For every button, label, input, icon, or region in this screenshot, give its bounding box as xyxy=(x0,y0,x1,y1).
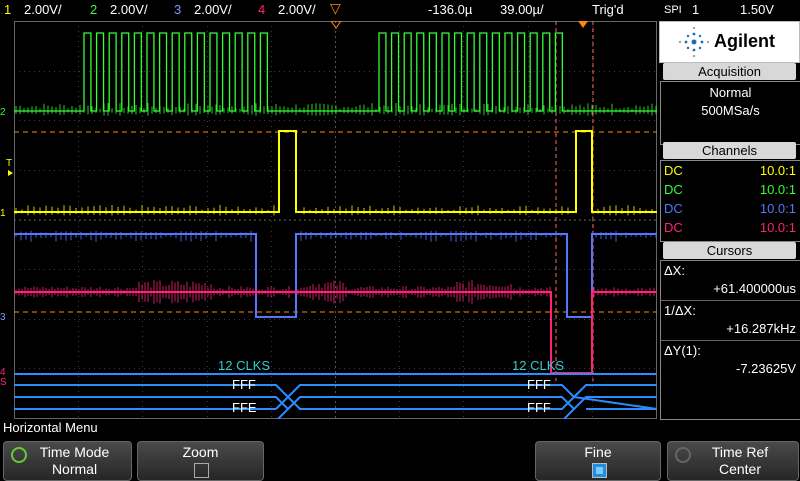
ch3-coupling: DC xyxy=(664,201,683,216)
ch3-marker[interactable]: 3 xyxy=(0,312,6,323)
delay-marker-icon: ▽ xyxy=(330,0,341,16)
channel-marker-svg: 2 T 1 3 4 S xyxy=(0,107,13,388)
acquisition-section: Normal 500MSa/s xyxy=(660,81,800,145)
time-mode-softkey[interactable]: Time Mode Normal xyxy=(3,441,132,481)
ch4-number[interactable]: 4 xyxy=(258,2,265,17)
time-scale[interactable]: 39.00µ/ xyxy=(500,2,544,17)
bus-miso-value-right: FFF xyxy=(527,400,551,415)
channel-row-4: DC 10.0:1 xyxy=(664,218,796,237)
time-ref-softkey[interactable]: Time Ref Center xyxy=(667,441,799,481)
time-delay[interactable]: -136.0µ xyxy=(428,2,472,17)
ch1-probe: 10.0:1 xyxy=(759,163,796,178)
cursor-inv-dx-label: 1/ΔX: xyxy=(664,303,696,318)
cursors-header: Cursors xyxy=(663,242,796,259)
brand-logo: Agilent xyxy=(659,21,800,63)
ch1-coupling: DC xyxy=(664,163,683,178)
info-panel: Agilent Acquisition Normal 500MSa/s Chan… xyxy=(659,21,800,420)
bus-mosi-value-right: FFF xyxy=(527,377,551,392)
agilent-spark-icon xyxy=(679,27,709,57)
ch2-marker[interactable]: 2 xyxy=(0,107,6,118)
channel-row-1: DC 10.0:1 xyxy=(664,161,796,180)
ch1-marker[interactable]: 1 xyxy=(0,208,6,219)
time-mode-value: Normal xyxy=(51,461,98,477)
bus-miso-value-left: FFE xyxy=(232,400,257,415)
trigger-status: Trig'd xyxy=(592,2,624,17)
time-ref-label: Time Ref xyxy=(711,444,769,460)
menu-title: Horizontal Menu xyxy=(0,420,800,436)
cursor-dx-value: +61.400000us xyxy=(713,281,796,296)
spi-marker[interactable]: S xyxy=(0,377,7,388)
trigger-arrow-icon xyxy=(8,170,13,176)
cursor-inv-dx-value: +16.287kHz xyxy=(726,321,796,336)
ch4-coupling: DC xyxy=(664,220,683,235)
channel-row-3: DC 10.0:1 xyxy=(664,199,796,218)
acquisition-mode: Normal xyxy=(709,85,752,100)
ch2-probe: 10.0:1 xyxy=(759,182,796,197)
ch3-number[interactable]: 3 xyxy=(174,2,181,17)
bus-mosi-value-left: FFF xyxy=(232,377,256,392)
ch3-probe: 10.0:1 xyxy=(759,201,796,216)
time-ref-value: Center xyxy=(718,461,762,477)
zoom-checkbox[interactable] xyxy=(194,463,209,478)
fine-checkbox[interactable] xyxy=(592,463,607,478)
brand-name: Agilent xyxy=(714,31,775,51)
ch1-number[interactable]: 1 xyxy=(4,2,11,17)
cursor-dx-label: ΔX: xyxy=(664,263,685,278)
waveform-display[interactable]: 12 CLKS 12 CLKS FFF FFF FFE FFF xyxy=(14,21,657,419)
cursor-dy-value: -7.23625V xyxy=(736,361,796,376)
status-bar: 1 2.00V/ 2 2.00V/ 3 2.00V/ 4 2.00V/ ▽ -1… xyxy=(0,0,800,20)
zoom-softkey[interactable]: Zoom xyxy=(137,441,264,481)
channel-row-2: DC 10.0:1 xyxy=(664,180,796,199)
acquisition-header: Acquisition xyxy=(663,63,796,80)
fine-softkey[interactable]: Fine xyxy=(535,441,661,481)
channels-section: DC 10.0:1 DC 10.0:1 DC 10.0:1 DC 10.0:1 xyxy=(660,160,800,242)
cursors-section: ΔX: +61.400000us 1/ΔX: +16.287kHz ΔY(1):… xyxy=(660,260,800,420)
trigger-level-marker[interactable]: T xyxy=(6,158,12,169)
sample-rate: 500MSa/s xyxy=(701,103,760,118)
ch4-probe: 10.0:1 xyxy=(759,220,796,235)
ch4-scale[interactable]: 2.00V/ xyxy=(278,2,316,17)
trigger-type[interactable]: SPI xyxy=(664,4,682,16)
ch2-coupling: DC xyxy=(664,182,683,197)
trigger-source[interactable]: 1 xyxy=(692,2,699,17)
ch1-scale[interactable]: 2.00V/ xyxy=(24,2,62,17)
ch3-scale[interactable]: 2.00V/ xyxy=(194,2,232,17)
waveform-svg[interactable]: 12 CLKS 12 CLKS FFF FFF FFE FFF xyxy=(14,21,657,419)
ch2-number[interactable]: 2 xyxy=(90,2,97,17)
channel-markers: 2 T 1 3 4 S xyxy=(0,21,14,419)
zoom-label: Zoom xyxy=(182,444,219,460)
time-mode-label: Time Mode xyxy=(39,444,110,460)
bus-clk-count-right: 12 CLKS xyxy=(512,358,564,373)
cursor-dy-label: ΔY(1): xyxy=(664,343,701,358)
ch2-scale[interactable]: 2.00V/ xyxy=(110,2,148,17)
bus-clk-count-left: 12 CLKS xyxy=(218,358,270,373)
fine-label: Fine xyxy=(584,444,612,460)
trigger-level[interactable]: 1.50V xyxy=(740,2,774,17)
channels-header: Channels xyxy=(663,142,796,159)
